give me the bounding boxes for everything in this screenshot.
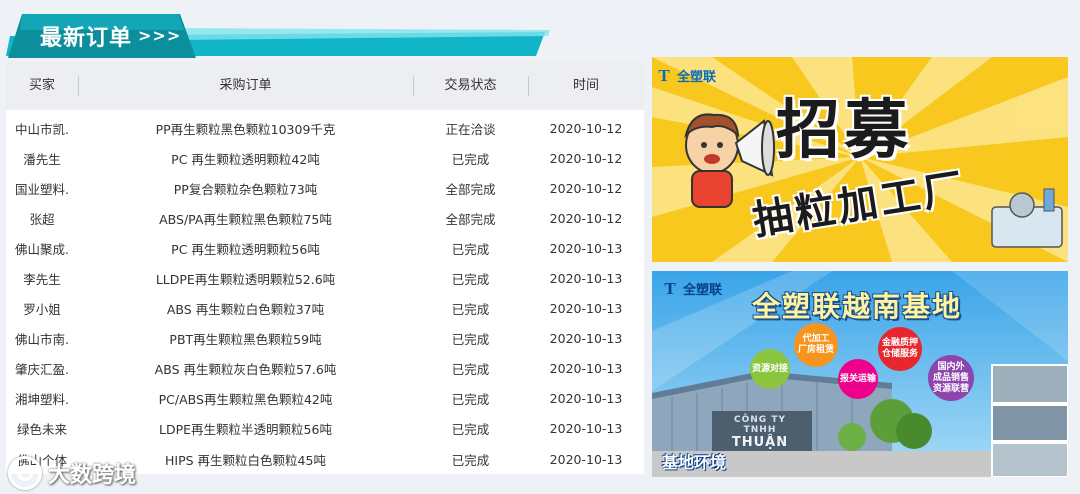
table-header: 买家 采购订单 交易状态 时间 — [6, 62, 644, 110]
vietnam-base-banner[interactable]: T 全塑联 全塑联越南基地 资源对接 代加工 厂房租赁 报关运输 金融质押 仓储… — [652, 271, 1068, 477]
banner-logo: T 全塑联 — [660, 278, 723, 299]
table-row[interactable]: 肇庆汇盈. ABS 再生颗粒灰白色颗粒57.6吨 已完成 2020-10-13 — [6, 354, 644, 384]
section-title: 最新订单 — [40, 26, 133, 51]
section-header: 最新订单 >>> — [0, 0, 560, 62]
service-bubble: 国内外 成品销售 资源联营 — [928, 355, 974, 401]
table-row[interactable]: 湘坤塑料. PC/ABS再生颗粒黑色颗粒42吨 已完成 2020-10-13 — [6, 384, 644, 414]
banner-caption: 基地环境 — [662, 453, 727, 472]
cell-order[interactable]: ABS 再生颗粒灰白色颗粒57.6吨 — [78, 359, 413, 378]
table-row[interactable]: 李先生 LLDPE再生颗粒透明颗粒52.6吨 已完成 2020-10-13 — [6, 263, 644, 293]
cell-date: 2020-10-12 — [549, 150, 623, 166]
cell-order[interactable]: ABS/PA再生颗粒黑色颗粒75吨 — [78, 209, 413, 228]
cell-date: 2020-10-13 — [549, 391, 623, 407]
cell-buyer: 佛山市南. — [15, 332, 69, 348]
cell-status: 已完成 — [451, 422, 490, 438]
cell-order[interactable]: PBT再生颗粒黑色颗粒59吨 — [78, 329, 413, 348]
cell-date: 2020-10-13 — [549, 271, 623, 287]
orders-table: 买家 采购订单 交易状态 时间 中山市凯. PP再生颗粒黑色颗粒10309千克 … — [6, 62, 644, 474]
logo-icon: T — [664, 278, 676, 298]
recruit-banner[interactable]: T 全塑联 招募 抽粒加工厂 — [652, 57, 1068, 262]
sign-big-text: THUẬN — [731, 435, 789, 450]
logo-icon: T — [658, 65, 670, 85]
cell-date: 2020-10-13 — [549, 331, 623, 347]
column-header-order: 采购订单 — [78, 62, 413, 110]
cell-order[interactable]: LLDPE再生颗粒透明颗粒52.6吨 — [78, 269, 413, 288]
cell-order[interactable]: PC 再生颗粒透明颗粒56吨 — [78, 239, 413, 258]
service-bubble: 报关运输 — [838, 359, 878, 399]
cell-status: 正在洽谈 — [445, 121, 496, 137]
cell-status: 全部完成 — [445, 181, 496, 197]
cell-buyer: 佛山聚成. — [15, 241, 69, 257]
watermark: 大数跨境 — [8, 456, 136, 490]
cell-buyer: 李先生 — [23, 272, 61, 288]
table-row[interactable]: 潘先生 PC 再生颗粒透明颗粒42吨 已完成 2020-10-12 — [6, 143, 644, 173]
column-header-date: 时间 — [528, 62, 644, 110]
logo-text: 全塑联 — [683, 283, 723, 298]
table-row[interactable]: 绿色未来 LDPE再生颗粒半透明颗粒56吨 已完成 2020-10-13 — [6, 414, 644, 444]
cell-date: 2020-10-12 — [549, 180, 623, 196]
table-body: 中山市凯. PP再生颗粒黑色颗粒10309千克 正在洽谈 2020-10-12 … — [6, 110, 644, 474]
cell-buyer: 肇庆汇盈. — [15, 362, 69, 378]
cell-status: 已完成 — [451, 241, 490, 257]
cell-date: 2020-10-13 — [549, 451, 623, 467]
cell-order[interactable]: LDPE再生颗粒半透明颗粒56吨 — [78, 419, 413, 438]
cell-buyer: 绿色未来 — [16, 422, 67, 438]
cell-date: 2020-10-12 — [549, 120, 623, 136]
bubble-label: 国内外 成品销售 资源联营 — [932, 361, 969, 394]
bubble-label: 代加工 厂房租赁 — [797, 334, 834, 355]
cell-order[interactable]: PC 再生颗粒透明颗粒42吨 — [78, 149, 413, 168]
table-row[interactable]: 罗小姐 ABS 再生颗粒白色颗粒37吨 已完成 2020-10-13 — [6, 294, 644, 324]
cell-date: 2020-10-13 — [549, 361, 623, 377]
cell-status: 全部完成 — [445, 211, 496, 227]
table-row[interactable]: 佛山聚成. PC 再生颗粒透明颗粒56吨 已完成 2020-10-13 — [6, 233, 644, 263]
cell-buyer: 罗小姐 — [23, 302, 61, 318]
cell-status: 已完成 — [451, 392, 490, 408]
cell-order[interactable]: PP再生颗粒黑色颗粒10309千克 — [78, 119, 413, 138]
cell-status: 已完成 — [451, 452, 490, 468]
service-bubble: 金融质押 仓储服务 — [878, 327, 922, 371]
cell-date: 2020-10-13 — [549, 301, 623, 317]
watermark-text: 大数跨境 — [48, 463, 137, 488]
cell-buyer: 国业塑料. — [15, 181, 69, 197]
cell-buyer: 张超 — [29, 211, 55, 227]
cell-status: 已完成 — [451, 332, 490, 348]
cell-date: 2020-10-13 — [549, 421, 623, 437]
factory-sign: CÔNG TY TNHH THUẬN — [716, 415, 804, 450]
logo-text: 全塑联 — [677, 70, 717, 85]
cell-status: 已完成 — [451, 272, 490, 288]
service-bubble: 代加工 厂房租赁 — [794, 323, 838, 367]
bubble-label: 资源对接 — [751, 363, 788, 374]
table-row[interactable]: 国业塑料. PP复合颗粒杂色颗粒73吨 全部完成 2020-10-12 — [6, 173, 644, 203]
cell-order[interactable]: PP复合颗粒杂色颗粒73吨 — [78, 179, 413, 198]
banner-title: 全塑联越南基地 — [752, 290, 963, 323]
table-row[interactable]: 张超 ABS/PA再生颗粒黑色颗粒75吨 全部完成 2020-10-12 — [6, 203, 644, 233]
table-row[interactable]: 中山市凯. PP再生颗粒黑色颗粒10309千克 正在洽谈 2020-10-12 — [6, 113, 644, 143]
column-header-buyer: 买家 — [28, 78, 55, 93]
cell-status: 已完成 — [451, 362, 490, 378]
cartoon-character-icon — [684, 113, 740, 208]
column-header-status: 交易状态 — [413, 62, 528, 110]
cell-buyer: 湘坤塑料. — [15, 392, 69, 408]
bubble-label: 金融质押 仓储服务 — [881, 338, 918, 359]
cell-buyer: 潘先生 — [23, 151, 61, 167]
cell-order[interactable]: PC/ABS再生颗粒黑色颗粒42吨 — [78, 389, 413, 408]
table-row[interactable]: 佛山市南. PBT再生颗粒黑色颗粒59吨 已完成 2020-10-13 — [6, 324, 644, 354]
cell-date: 2020-10-12 — [549, 210, 623, 226]
banner-logo: T 全塑联 — [654, 65, 717, 86]
cell-order[interactable]: ABS 再生颗粒白色颗粒37吨 — [78, 299, 413, 318]
cell-buyer: 中山市凯. — [15, 121, 69, 137]
watermark-logo-icon — [8, 456, 42, 490]
banner-title: 招募 — [776, 94, 912, 168]
service-bubble: 资源对接 — [750, 349, 790, 389]
cell-status: 已完成 — [451, 302, 490, 318]
more-arrows[interactable]: >>> — [138, 26, 181, 45]
bubble-label: 报关运输 — [839, 373, 876, 384]
sign-small-text: CÔNG TY TNHH — [734, 415, 786, 435]
cell-date: 2020-10-13 — [549, 240, 623, 256]
cell-status: 已完成 — [451, 151, 490, 167]
